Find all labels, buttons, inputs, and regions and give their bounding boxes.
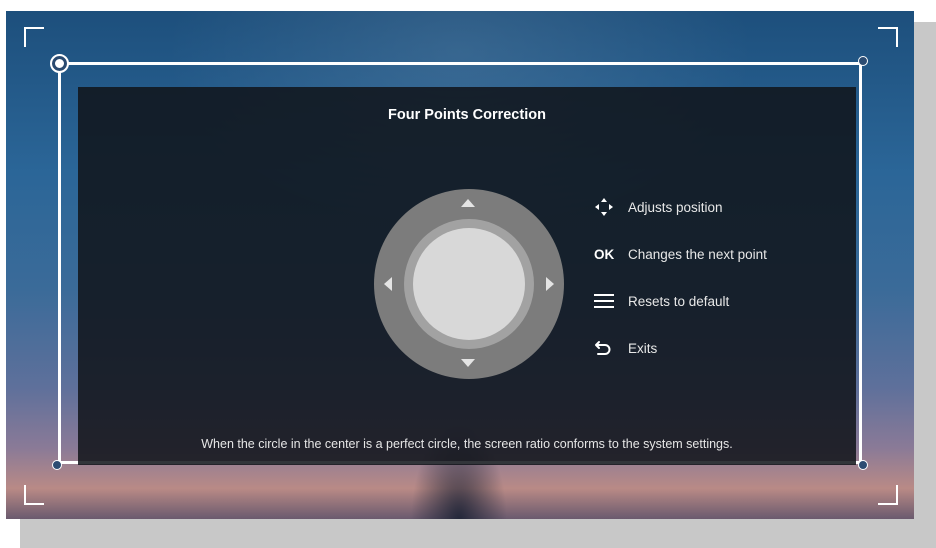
legend-exit: Exits [594, 338, 657, 358]
corner-point-bottom-right[interactable] [858, 460, 868, 470]
arrow-right-icon[interactable] [546, 277, 554, 291]
legend-adjust-position: Adjusts position [594, 197, 723, 217]
back-icon [594, 339, 628, 357]
legend-reset: Resets to default [594, 291, 729, 311]
legend-label: Changes the next point [628, 246, 767, 262]
projector-screen: Four Points Correction Adjusts position [6, 11, 914, 519]
direction-pad[interactable] [374, 189, 564, 379]
dpad-center-circle[interactable] [413, 228, 525, 340]
legend-label: Adjusts position [628, 199, 723, 215]
menu-icon [594, 294, 628, 308]
correction-panel: Four Points Correction Adjusts position [78, 87, 856, 465]
corner-bracket-top-left [24, 27, 44, 47]
panel-hint-text: When the circle in the center is a perfe… [201, 437, 733, 451]
legend-label: Resets to default [628, 293, 730, 309]
corner-point-bottom-left[interactable] [52, 460, 62, 470]
panel-title: Four Points Correction [388, 107, 546, 123]
legend-label: Exits [628, 340, 658, 356]
arrow-up-icon[interactable] [461, 199, 475, 207]
arrow-left-icon[interactable] [384, 277, 392, 291]
corner-point-top-right[interactable] [858, 56, 868, 66]
legend-next-point: OK Changes the next point [594, 244, 767, 264]
ok-key-icon: OK [594, 247, 628, 262]
corner-point-top-left-selected[interactable] [50, 54, 69, 73]
ok-key-text: OK [594, 246, 615, 262]
corner-bracket-top-right [878, 27, 898, 47]
arrow-down-icon[interactable] [461, 359, 475, 367]
corner-bracket-bottom-left [24, 485, 44, 505]
corner-bracket-bottom-right [878, 485, 898, 505]
arrows-move-icon [594, 197, 628, 217]
